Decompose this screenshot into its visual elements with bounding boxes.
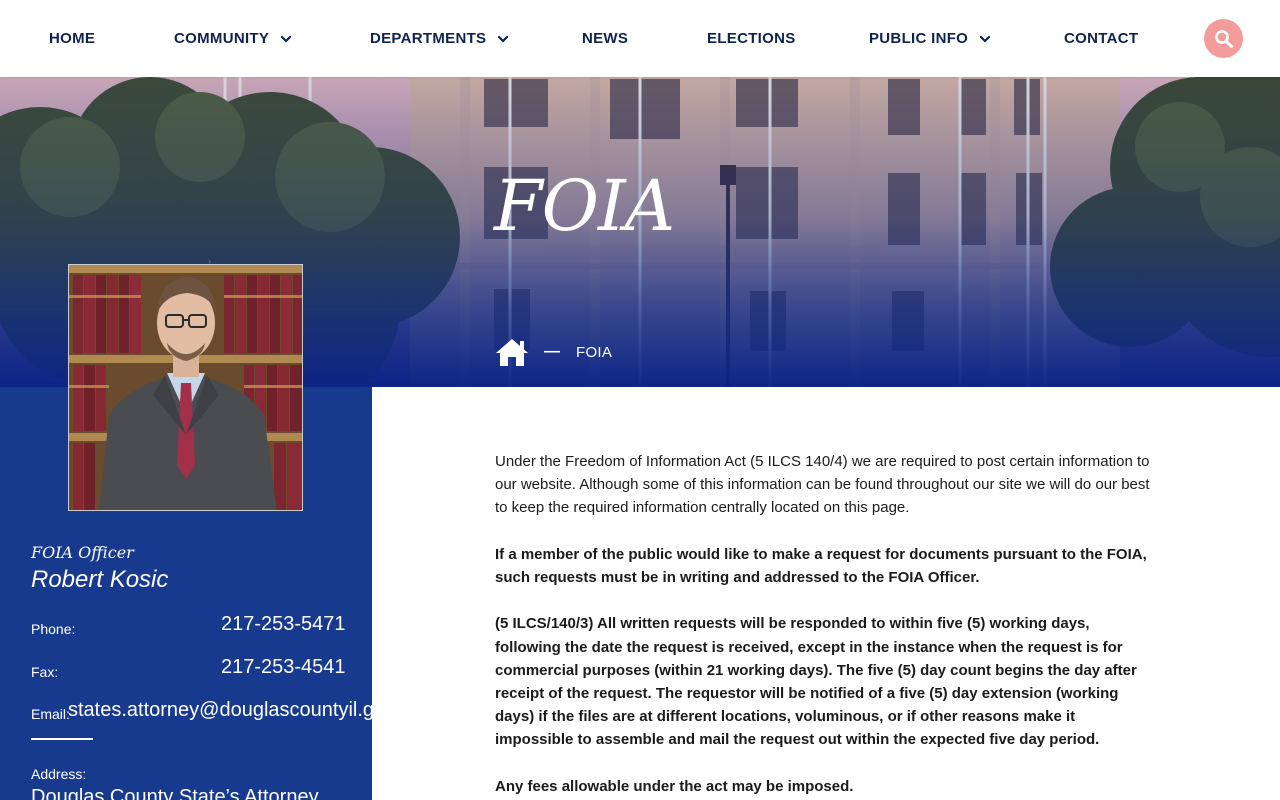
chevron-down-icon — [498, 35, 509, 43]
breadcrumb-current: FOIA — [576, 343, 613, 361]
nav-departments[interactable]: DEPARTMENTS — [370, 0, 510, 77]
officer-role: FOIA Officer — [31, 543, 134, 562]
email-container: states.attorney@douglascountyil.gov — [68, 699, 372, 722]
nav-news[interactable]: NEWS — [582, 0, 628, 77]
nav-contact[interactable]: CONTACT — [1064, 0, 1138, 77]
search-icon — [1214, 29, 1233, 48]
nav-news-label: NEWS — [582, 30, 629, 47]
response-time-paragraph: (5 ILCS/140/3) All written requests will… — [495, 615, 1137, 749]
search-button[interactable] — [1204, 19, 1243, 58]
email-label: Email: — [31, 706, 70, 722]
nav-contact-label: CONTACT — [1064, 30, 1139, 47]
nav-elections-label: ELECTIONS — [707, 30, 796, 47]
breadcrumb: — FOIA — [494, 337, 612, 367]
fees-paragraph: Any fees allowable under the act may be … — [495, 777, 854, 795]
email-link[interactable]: states.attorney@douglascountyil.gov — [68, 699, 372, 721]
nav-elections[interactable]: ELECTIONS — [707, 0, 796, 77]
foia-content: Under the Freedom of Information Act (5 … — [495, 450, 1155, 800]
officer-photo — [68, 264, 303, 511]
chevron-down-icon — [281, 35, 292, 43]
page-title: FOIA — [494, 165, 675, 247]
address-label: Address: — [31, 766, 87, 782]
phone-value[interactable]: 217-253-5471 — [221, 613, 346, 636]
phone-label: Phone: — [31, 621, 76, 637]
nav-home-label: HOME — [49, 30, 96, 47]
officer-portrait-image — [69, 265, 302, 510]
fax-label: Fax: — [31, 664, 59, 680]
nav-departments-label: DEPARTMENTS — [370, 30, 487, 47]
intro-paragraph: Under the Freedom of Information Act (5 … — [495, 453, 1150, 517]
nav-public-info[interactable]: PUBLIC INFO — [869, 0, 992, 77]
fax-value: 217-253-4541 — [221, 656, 346, 678]
sidebar-divider — [31, 738, 93, 740]
breadcrumb-separator: — — [544, 343, 560, 360]
request-paragraph: If a member of the public would like to … — [495, 545, 1147, 586]
nav-home[interactable]: HOME — [49, 0, 95, 77]
address-line-1: Douglas County State’s Attorney — [31, 786, 319, 800]
nav-community[interactable]: COMMUNITY — [174, 0, 293, 77]
officer-name: Robert Kosic — [31, 566, 169, 593]
top-navigation: HOME COMMUNITY DEPARTMENTS NEWS ELECTION… — [0, 0, 1280, 77]
chevron-down-icon — [980, 35, 991, 43]
home-icon[interactable] — [494, 337, 530, 367]
nav-community-label: COMMUNITY — [174, 30, 270, 47]
nav-public-info-label: PUBLIC INFO — [869, 30, 969, 47]
